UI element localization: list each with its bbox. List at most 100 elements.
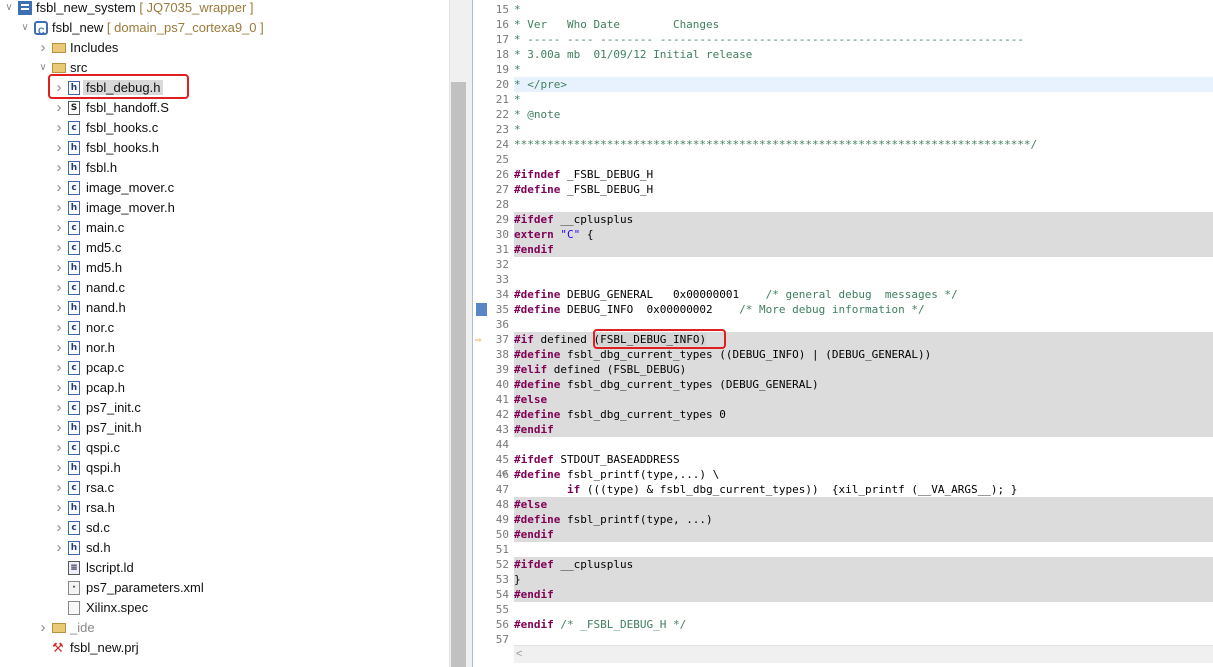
collapsed-arrow-icon[interactable]: › bbox=[54, 198, 64, 218]
tree-item-file[interactable]: › h nor.h bbox=[0, 338, 449, 358]
code-line[interactable]: 55 bbox=[473, 602, 1213, 617]
explorer-scrollbar-thumb[interactable] bbox=[451, 82, 466, 667]
tree-item-file[interactable]: › h fsbl.h bbox=[0, 158, 449, 178]
tree-item-file[interactable]: › h qspi.h bbox=[0, 458, 449, 478]
code-line[interactable]: 41 #else bbox=[473, 392, 1213, 407]
code-line[interactable]: 42 #define fsbl_dbg_current_types 0 bbox=[473, 407, 1213, 422]
collapsed-arrow-icon[interactable]: › bbox=[54, 378, 64, 398]
tree-item-file[interactable]: › h fsbl_hooks.h bbox=[0, 138, 449, 158]
code-line[interactable]: 56 #endif /* _FSBL_DEBUG_H */ bbox=[473, 617, 1213, 632]
code-line[interactable]: 26 #ifndef _FSBL_DEBUG_H bbox=[473, 167, 1213, 182]
tree-item-file[interactable]: › c rsa.c bbox=[0, 478, 449, 498]
tree-item-file[interactable]: › c pcap.c bbox=[0, 358, 449, 378]
collapsed-arrow-icon[interactable]: › bbox=[54, 338, 64, 358]
collapsed-arrow-icon[interactable]: › bbox=[38, 38, 48, 58]
code-line[interactable]: 52 #ifdef __cplusplus bbox=[473, 557, 1213, 572]
code-line[interactable]: 47 if (((type) & fsbl_dbg_current_types)… bbox=[473, 482, 1213, 497]
tree-item-file[interactable]: · ps7_parameters.xml bbox=[0, 578, 449, 598]
collapsed-arrow-icon[interactable]: › bbox=[54, 258, 64, 278]
code-line[interactable]: 45 #ifdef STDOUT_BASEADDRESS bbox=[473, 452, 1213, 467]
code-line[interactable]: 27 #define _FSBL_DEBUG_H bbox=[473, 182, 1213, 197]
fold-toggle-icon[interactable]: ⊖ bbox=[502, 467, 507, 482]
collapsed-arrow-icon[interactable]: › bbox=[54, 178, 64, 198]
code-line[interactable]: 44 bbox=[473, 437, 1213, 452]
collapsed-arrow-icon[interactable]: › bbox=[54, 518, 64, 538]
tree-item-file[interactable]: › c ps7_init.c bbox=[0, 398, 449, 418]
code-line[interactable]: 38 #define fsbl_dbg_current_types ((DEBUG… bbox=[473, 347, 1213, 362]
code-line[interactable]: 51 bbox=[473, 542, 1213, 557]
code-line[interactable]: 46 ⊖ #define fsbl_printf(type,...) \ bbox=[473, 467, 1213, 482]
collapsed-arrow-icon[interactable]: › bbox=[54, 538, 64, 558]
code-line[interactable]: 22 * @note bbox=[473, 107, 1213, 122]
code-line[interactable]: 29 #ifdef __cplusplus bbox=[473, 212, 1213, 227]
tree-item-file[interactable]: › h image_mover.h bbox=[0, 198, 449, 218]
code-line[interactable]: 17 * ----- ---- -------- ----------------… bbox=[473, 32, 1213, 47]
collapsed-arrow-icon[interactable]: › bbox=[54, 118, 64, 138]
code-line[interactable]: 50 #endif bbox=[473, 527, 1213, 542]
code-line[interactable]: 34 #define DEBUG_GENERAL 0x00000001 /* ge… bbox=[473, 287, 1213, 302]
tree-item-file[interactable]: › h pcap.h bbox=[0, 378, 449, 398]
collapsed-arrow-icon[interactable]: › bbox=[54, 298, 64, 318]
tree-item-file[interactable]: › c md5.c bbox=[0, 238, 449, 258]
code-line[interactable]: 32 bbox=[473, 257, 1213, 272]
tree-item-file[interactable]: › h nand.h bbox=[0, 298, 449, 318]
code-line[interactable]: 40 #define fsbl_dbg_current_types (DEBUG_… bbox=[473, 377, 1213, 392]
collapsed-arrow-icon[interactable]: › bbox=[54, 238, 64, 258]
tree-item-file[interactable]: › c main.c bbox=[0, 218, 449, 238]
code-line[interactable]: 18 * 3.00a mb 01/09/12 Initial release bbox=[473, 47, 1213, 62]
code-line[interactable]: 43 #endif bbox=[473, 422, 1213, 437]
collapsed-arrow-icon[interactable]: › bbox=[54, 398, 64, 418]
tree-item-system-project[interactable]: ∨ fsbl_new_system [ JQ7035_wrapper ] bbox=[0, 0, 449, 18]
collapsed-arrow-icon[interactable]: › bbox=[54, 138, 64, 158]
code-line[interactable]: 49 #define fsbl_printf(type, ...) bbox=[473, 512, 1213, 527]
code-line[interactable]: 39 #elif defined (FSBL_DEBUG) bbox=[473, 362, 1213, 377]
code-line[interactable]: 20 * </pre> bbox=[473, 77, 1213, 92]
collapsed-arrow-icon[interactable]: › bbox=[54, 278, 64, 298]
code-line[interactable]: 53} bbox=[473, 572, 1213, 587]
expanded-arrow-icon[interactable]: ∨ bbox=[4, 0, 14, 18]
scroll-left-arrow-icon[interactable]: < bbox=[516, 646, 528, 663]
tree-item-file[interactable]: › c qspi.c bbox=[0, 438, 449, 458]
collapsed-arrow-icon[interactable]: › bbox=[54, 358, 64, 378]
tree-item-includes[interactable]: › Includes bbox=[0, 38, 449, 58]
expanded-arrow-icon[interactable]: ∨ bbox=[38, 58, 48, 78]
tree-item-file[interactable]: › c sd.c bbox=[0, 518, 449, 538]
code-line[interactable]: 19 * bbox=[473, 62, 1213, 77]
code-line[interactable]: 36 bbox=[473, 317, 1213, 332]
tree-item-file[interactable]: › h ps7_init.h bbox=[0, 418, 449, 438]
tree-item-file[interactable]: › Sfsbl_handoff.S bbox=[0, 98, 449, 118]
tree-item-file[interactable]: › c fsbl_hooks.c bbox=[0, 118, 449, 138]
collapsed-arrow-icon[interactable]: › bbox=[54, 418, 64, 438]
tree-item-file[interactable]: › h md5.h bbox=[0, 258, 449, 278]
collapsed-arrow-icon[interactable]: › bbox=[54, 458, 64, 478]
tree-item-file[interactable]: › h sd.h bbox=[0, 538, 449, 558]
collapsed-arrow-icon[interactable]: › bbox=[54, 218, 64, 238]
tree-item-file[interactable]: › c nand.c bbox=[0, 278, 449, 298]
collapsed-arrow-icon[interactable]: › bbox=[54, 98, 64, 118]
code-line[interactable]: 15 * bbox=[473, 2, 1213, 17]
code-line[interactable]: 37 ⇨ #if defined (FSBL_DEBUG_INFO) bbox=[473, 332, 1213, 347]
code-line[interactable]: 24 **************************************… bbox=[473, 137, 1213, 152]
tree-item-ide-folder[interactable]: › _ide bbox=[0, 618, 449, 638]
explorer-vertical-scrollbar[interactable] bbox=[449, 0, 467, 667]
code-line[interactable]: 30 extern "C" { bbox=[473, 227, 1213, 242]
editor-horizontal-scrollbar[interactable]: < bbox=[514, 645, 1213, 663]
collapsed-arrow-icon[interactable]: › bbox=[54, 438, 64, 458]
collapsed-arrow-icon[interactable]: › bbox=[54, 318, 64, 338]
code-line[interactable]: 16 * Ver Who Date Changes bbox=[473, 17, 1213, 32]
tree-item-file[interactable]: Xilinx.spec bbox=[0, 598, 449, 618]
collapsed-arrow-icon[interactable]: › bbox=[54, 498, 64, 518]
tree-item-file[interactable]: › h rsa.h bbox=[0, 498, 449, 518]
code-line[interactable]: 25 bbox=[473, 152, 1213, 167]
expanded-arrow-icon[interactable]: ∨ bbox=[20, 18, 30, 38]
collapsed-arrow-icon[interactable]: › bbox=[54, 478, 64, 498]
tree-item-file[interactable]: › c image_mover.c bbox=[0, 178, 449, 198]
code-line[interactable]: 33 bbox=[473, 272, 1213, 287]
code-line[interactable]: 28 bbox=[473, 197, 1213, 212]
code-editor[interactable]: 15 * 16 * Ver Who Date Changes 17 * ----- ---… bbox=[472, 0, 1213, 667]
tree-item-app-project[interactable]: ∨ fsbl_new [ domain_ps7_cortexa9_0 ] bbox=[0, 18, 449, 41]
code-line[interactable]: 54 #endif bbox=[473, 587, 1213, 602]
tree-item-prj-file[interactable]: ⚒ fsbl_new.prj bbox=[0, 638, 449, 658]
collapsed-arrow-icon[interactable]: › bbox=[54, 158, 64, 178]
code-line[interactable]: 35 #define DEBUG_INFO 0x00000002 /* More … bbox=[473, 302, 1213, 317]
